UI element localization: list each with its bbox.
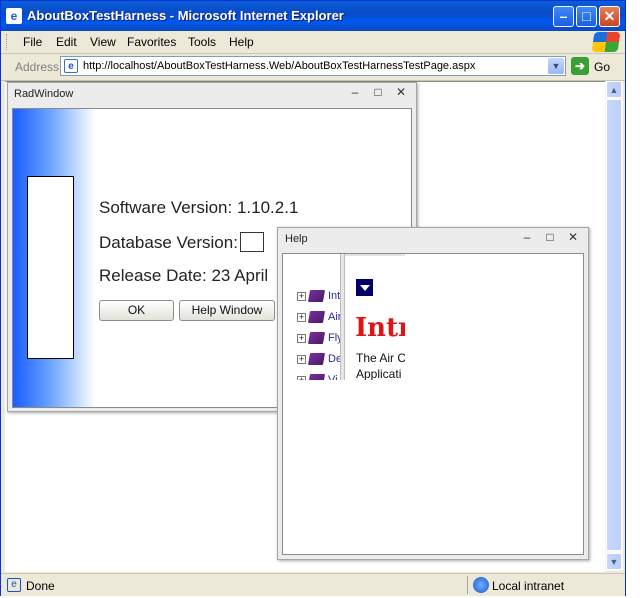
status-divider bbox=[467, 576, 468, 594]
go-button[interactable]: Go bbox=[594, 60, 610, 74]
expand-icon[interactable]: + bbox=[297, 376, 306, 380]
close-button[interactable]: ✕ bbox=[599, 6, 620, 27]
help-body: +Int +Air +Fly +De +Vi Intr The Air C Ap… bbox=[282, 253, 584, 555]
zone-text: Local intranet bbox=[492, 579, 565, 593]
expand-icon[interactable]: + bbox=[297, 313, 306, 322]
radwindow-close-icon[interactable]: ✕ bbox=[394, 86, 408, 100]
address-dropdown-icon[interactable]: ▼ bbox=[548, 58, 564, 74]
title-bar[interactable]: e AboutBoxTestHarness - Microsoft Intern… bbox=[1, 1, 625, 31]
page-status-icon: e bbox=[7, 578, 21, 592]
release-date: Release Date: 23 April bbox=[99, 266, 269, 285]
expand-icon[interactable]: + bbox=[297, 292, 306, 301]
vertical-scrollbar[interactable]: ▲ ▼ bbox=[605, 81, 623, 571]
ie-app-icon: e bbox=[6, 8, 22, 24]
radwindow-title: RadWindow bbox=[14, 88, 74, 100]
scroll-thumb[interactable] bbox=[606, 99, 622, 551]
menu-help[interactable]: Help bbox=[229, 35, 254, 49]
address-input[interactable]: e http://localhost/AboutBoxTestHarness.W… bbox=[60, 56, 566, 76]
book-icon bbox=[307, 332, 326, 344]
help-window: Help – □ ✕ +Int +Air +Fly +De +Vi Intr T… bbox=[277, 227, 589, 560]
book-icon bbox=[307, 353, 326, 365]
scroll-down-icon[interactable]: ▼ bbox=[606, 553, 622, 570]
radwindow-maximize-icon[interactable]: □ bbox=[371, 86, 385, 100]
address-bar: Address e http://localhost/AboutBoxTestH… bbox=[1, 54, 625, 81]
help-window-title: Help bbox=[285, 233, 308, 245]
database-version-box bbox=[239, 232, 264, 252]
go-arrow-icon[interactable]: ➔ bbox=[571, 57, 589, 75]
menu-file[interactable]: File bbox=[23, 35, 42, 49]
toolbar-grip bbox=[6, 34, 10, 50]
scroll-up-icon[interactable]: ▲ bbox=[606, 81, 622, 98]
book-icon bbox=[307, 290, 326, 302]
help-text-line: Applicati bbox=[356, 367, 402, 380]
dropdown-arrow-icon[interactable] bbox=[356, 279, 373, 296]
help-heading: Intr bbox=[355, 313, 405, 343]
minimize-button[interactable]: – bbox=[553, 6, 574, 27]
status-text: Done bbox=[26, 579, 55, 593]
help-window-button[interactable]: Help Window bbox=[179, 300, 275, 321]
menu-edit[interactable]: Edit bbox=[56, 35, 77, 49]
maximize-button[interactable]: □ bbox=[576, 6, 597, 27]
software-version: Software Version: 1.10.2.1 bbox=[99, 198, 299, 217]
menu-view[interactable]: View bbox=[90, 35, 116, 49]
expand-icon[interactable]: + bbox=[297, 355, 306, 364]
menu-tools[interactable]: Tools bbox=[188, 35, 216, 49]
help-maximize-icon[interactable]: □ bbox=[543, 231, 557, 245]
radwindow-minimize-icon[interactable]: – bbox=[348, 86, 362, 100]
expand-icon[interactable]: + bbox=[297, 334, 306, 343]
book-icon bbox=[307, 374, 326, 380]
book-icon bbox=[307, 311, 326, 323]
menu-bar: File Edit View Favorites Tools Help bbox=[1, 31, 625, 54]
window-title: AboutBoxTestHarness - Microsoft Internet… bbox=[27, 8, 344, 23]
ok-button[interactable]: OK bbox=[99, 300, 174, 321]
address-label: Address bbox=[15, 60, 60, 74]
help-text-line: The Air C bbox=[356, 351, 405, 365]
help-toc-pane: +Int +Air +Fly +De +Vi bbox=[283, 254, 341, 380]
address-url: http://localhost/AboutBoxTestHarness.Web… bbox=[83, 60, 476, 72]
database-version: Database Version: bbox=[99, 232, 264, 253]
database-version-label: Database Version: bbox=[99, 233, 238, 252]
menu-favorites[interactable]: Favorites bbox=[127, 35, 176, 49]
help-close-icon[interactable]: ✕ bbox=[566, 231, 580, 245]
intranet-zone-icon bbox=[473, 577, 489, 593]
help-doc-pane: Intr The Air C Applicati bbox=[345, 254, 405, 380]
windows-logo-icon bbox=[591, 32, 621, 52]
page-icon: e bbox=[64, 59, 78, 73]
logo-placeholder bbox=[27, 176, 74, 359]
help-minimize-icon[interactable]: – bbox=[520, 231, 534, 245]
status-bar: e Done Local intranet bbox=[1, 573, 625, 596]
